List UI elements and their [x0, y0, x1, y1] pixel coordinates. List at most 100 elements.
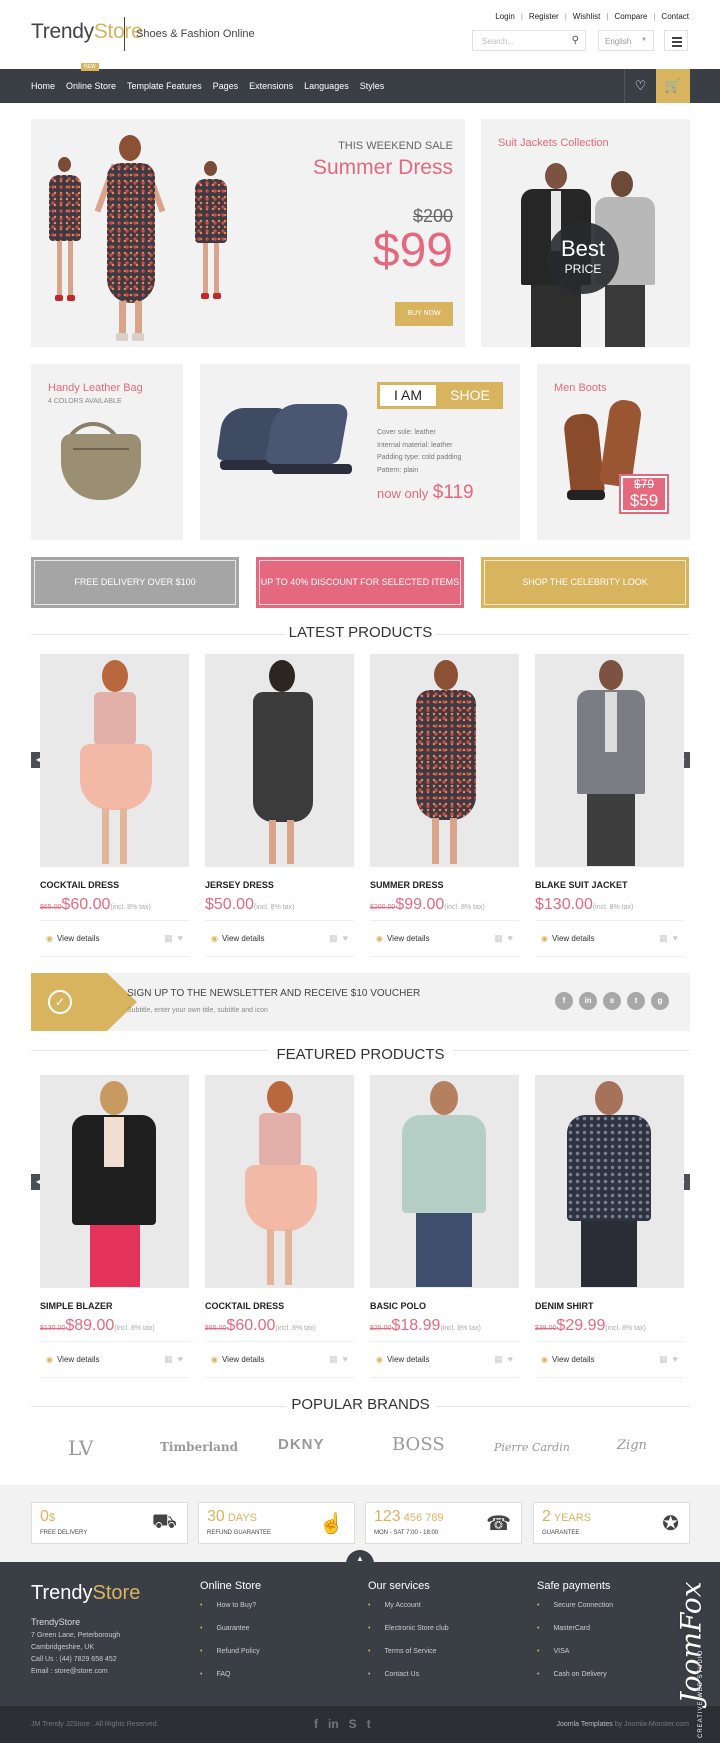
product-image[interactable]	[40, 1075, 189, 1288]
wishlist-heart-icon[interactable]: ♥	[673, 933, 678, 943]
view-details-link[interactable]: ◉ View details	[541, 1355, 595, 1364]
twitter-icon[interactable]: t	[627, 992, 645, 1010]
view-details-link[interactable]: ◉ View details	[376, 1355, 430, 1364]
brand-logo-lv[interactable]: LV	[68, 1436, 93, 1460]
boot-image-left	[562, 412, 606, 498]
celebrity-look-button[interactable]: SHOP THE CELEBRITY LOOK	[481, 557, 689, 608]
footer-link[interactable]: Electronic Store club	[368, 1625, 448, 1648]
leather-bag-banner[interactable]: Handy Leather Bag 4 COLORS AVAILABLE	[31, 364, 183, 540]
product-name[interactable]: SIMPLE BLAZER	[40, 1301, 113, 1311]
register-link[interactable]: Register	[529, 12, 559, 21]
footer-link[interactable]: Guarantee	[200, 1625, 261, 1648]
suit-jackets-banner[interactable]: Suit Jackets Collection Best PRICE	[481, 119, 690, 347]
brand-logo-dkny[interactable]: DKNY	[278, 1436, 325, 1453]
shoe-banner[interactable]: I AM SHOE Cover sole: leather Internal m…	[200, 364, 520, 540]
view-details-link[interactable]: ◉ View details	[541, 934, 595, 943]
compare-link[interactable]: Compare	[614, 12, 647, 21]
wishlist-heart-icon[interactable]: ♡	[624, 69, 656, 103]
facebook-icon[interactable]: f	[314, 1717, 318, 1731]
contact-link[interactable]: Contact	[661, 12, 689, 21]
footer-link[interactable]: Cash on Delivery	[537, 1671, 613, 1694]
footer-link[interactable]: Terms of Service	[368, 1648, 449, 1671]
compare-icon[interactable]: ▦	[164, 1354, 173, 1364]
footer-link[interactable]: FAQ	[200, 1671, 261, 1694]
login-link[interactable]: Login	[495, 12, 515, 21]
brand-logo-zign[interactable]: Zign	[617, 1438, 647, 1453]
hamburger-menu-button[interactable]	[664, 30, 688, 51]
compare-icon[interactable]: ▦	[494, 1354, 503, 1364]
view-details-link[interactable]: ◉ View details	[211, 1355, 265, 1364]
view-details-link[interactable]: ◉ View details	[46, 1355, 100, 1364]
nav-pages[interactable]: Pages	[213, 81, 239, 91]
language-select[interactable]: English ▼	[598, 30, 654, 51]
wishlist-link[interactable]: Wishlist	[573, 12, 601, 21]
product-image[interactable]	[40, 654, 189, 867]
skype-icon[interactable]: S	[349, 1717, 357, 1731]
brand-logo-boss[interactable]: BOSS	[392, 1434, 445, 1455]
search-input[interactable]: Search... ⚲	[472, 30, 586, 51]
wishlist-heart-icon[interactable]: ♥	[343, 933, 348, 943]
brand-logo-timberland[interactable]: Timberland	[160, 1440, 238, 1454]
wishlist-heart-icon[interactable]: ♥	[508, 1354, 513, 1364]
men-boots-banner[interactable]: Men Boots $79 $59	[537, 364, 690, 540]
logo[interactable]: TrendyStore	[31, 20, 143, 44]
product-image[interactable]	[535, 654, 684, 867]
view-details-link[interactable]: ◉ View details	[46, 934, 100, 943]
buy-now-button[interactable]: BUY NOW	[395, 302, 453, 326]
brand-logo-pierre-cardin[interactable]: Pierre Cardin	[494, 1441, 570, 1454]
search-icon[interactable]: ⚲	[572, 35, 579, 46]
linkedin-icon[interactable]: in	[579, 992, 597, 1010]
nav-styles[interactable]: Styles	[360, 81, 385, 91]
compare-icon[interactable]: ▦	[659, 933, 668, 943]
skype-icon[interactable]: s	[603, 992, 621, 1010]
product-image[interactable]	[370, 654, 519, 867]
newsletter-banner[interactable]: ✓ SIGN UP TO THE NEWSLETTER AND RECEIVE …	[31, 973, 690, 1031]
footer-link[interactable]: My Account	[368, 1602, 449, 1625]
nav-template-features[interactable]: Template Features	[127, 81, 202, 91]
compare-icon[interactable]: ▦	[329, 1354, 338, 1364]
product-name[interactable]: SUMMER DRESS	[370, 880, 444, 890]
facebook-icon[interactable]: f	[555, 992, 573, 1010]
compare-icon[interactable]: ▦	[494, 933, 503, 943]
wishlist-heart-icon[interactable]: ♥	[178, 933, 183, 943]
product-name[interactable]: BLAKE SUIT JACKET	[535, 880, 628, 890]
wishlist-heart-icon[interactable]: ♥	[343, 1354, 348, 1364]
footer-link[interactable]: How to Buy?	[200, 1602, 261, 1625]
compare-icon[interactable]: ▦	[329, 933, 338, 943]
footer-link[interactable]: MasterCard	[537, 1625, 613, 1648]
nav-home[interactable]: Home	[31, 81, 55, 91]
product-price: $130.00(incl. 8% tax)	[535, 896, 634, 913]
footer-logo[interactable]: TrendyStore	[31, 1582, 140, 1605]
view-details-link[interactable]: ◉ View details	[376, 934, 430, 943]
free-delivery-button[interactable]: FREE DELIVERY OVER $100	[31, 557, 239, 608]
model-figure-main	[91, 135, 171, 345]
product-image[interactable]	[535, 1075, 684, 1288]
footer-link[interactable]: Refund Policy	[200, 1648, 261, 1671]
product-image[interactable]	[205, 1075, 354, 1288]
nav-extensions[interactable]: Extensions	[249, 81, 293, 91]
google-plus-icon[interactable]: g	[651, 992, 669, 1010]
discount-button[interactable]: UP TO 40% DISCOUNT FOR SELECTED ITEMS	[256, 557, 464, 608]
product-name[interactable]: DENIM SHIRT	[535, 1301, 594, 1311]
footer-link[interactable]: VISA	[537, 1648, 613, 1671]
product-name[interactable]: JERSEY DRESS	[205, 880, 274, 890]
product-name[interactable]: COCKTAIL DRESS	[40, 880, 119, 890]
hero-banner[interactable]: THIS WEEKEND SALE Summer Dress $200 $99 …	[31, 119, 465, 347]
wishlist-heart-icon[interactable]: ♥	[508, 933, 513, 943]
product-name[interactable]: BASIC POLO	[370, 1301, 426, 1311]
compare-icon[interactable]: ▦	[659, 1354, 668, 1364]
wishlist-heart-icon[interactable]: ♥	[178, 1354, 183, 1364]
product-image[interactable]	[370, 1075, 519, 1288]
twitter-icon[interactable]: t	[367, 1717, 371, 1731]
view-details-link[interactable]: ◉ View details	[211, 934, 265, 943]
footer-link[interactable]: Secure Connection	[537, 1602, 613, 1625]
footer-link[interactable]: Contact Us	[368, 1671, 449, 1694]
linkedin-icon[interactable]: in	[328, 1717, 339, 1731]
nav-online-store[interactable]: Online Store	[66, 81, 116, 91]
product-image[interactable]	[205, 654, 354, 867]
nav-languages[interactable]: Languages	[304, 81, 349, 91]
wishlist-heart-icon[interactable]: ♥	[673, 1354, 678, 1364]
cart-icon[interactable]: 🛒	[656, 69, 690, 103]
product-name[interactable]: COCKTAIL DRESS	[205, 1301, 284, 1311]
compare-icon[interactable]: ▦	[164, 933, 173, 943]
